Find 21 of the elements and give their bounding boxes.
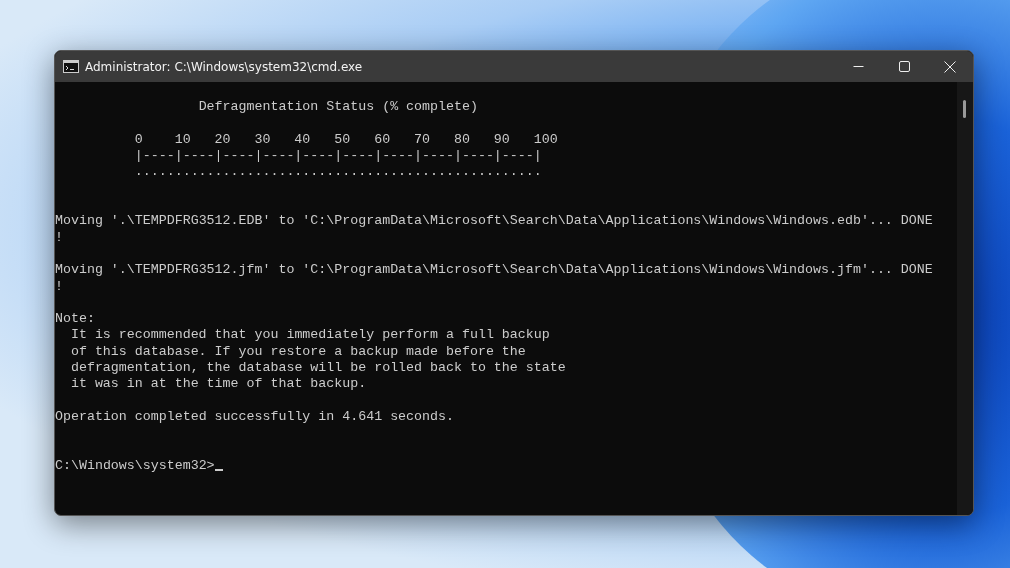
close-icon [944,60,956,73]
console-output-line: of this database. If you restore a backup made before the [70,343,526,359]
console-output-line: Moving '.\TEMPDFRG3512.EDB' to 'C:\ProgramData\Microsoft\Search\Data\Applications\Windows\Windows.edb'... DONE [55,213,933,229]
console-output-line: 0 10 20 30 40 50 60 70 80 90 100 [134,131,558,147]
console-output-line: |----|----|----|----|----|----|----|----|----|----| [134,148,542,164]
maximize-icon [898,61,910,72]
console-app-icon [63,60,79,73]
window-title: Administrator: C:\Windows\system32\cmd.exe [85,59,363,74]
scrollbar[interactable] [957,82,973,515]
console-output-line: Moving '.\TEMPDFRG3512.jfm' to 'C:\ProgramData\Microsoft\Search\Data\Applications\Windows\Windows.jfm'... DONE [55,262,933,278]
console-output-line: ! [55,278,63,294]
console-output-line: Defragmentation Status (% complete) [198,99,478,115]
command-prompt: C:\Windows\system32> [55,457,215,473]
console-output-line: ! [55,229,63,245]
console-output-line: ................................................... [134,164,542,180]
console-output-line: it was in at the time of that backup. [70,376,367,392]
console-output-line: Note: [55,311,95,327]
console-output-line: It is recommended that you immediately perform a full backup [70,327,550,343]
console-output-line: defragmentation, the database will be rolled back to the state [70,360,566,376]
text-cursor [214,468,223,471]
console-output-line: Operation completed successfully in 4.641 seconds. [55,408,454,424]
